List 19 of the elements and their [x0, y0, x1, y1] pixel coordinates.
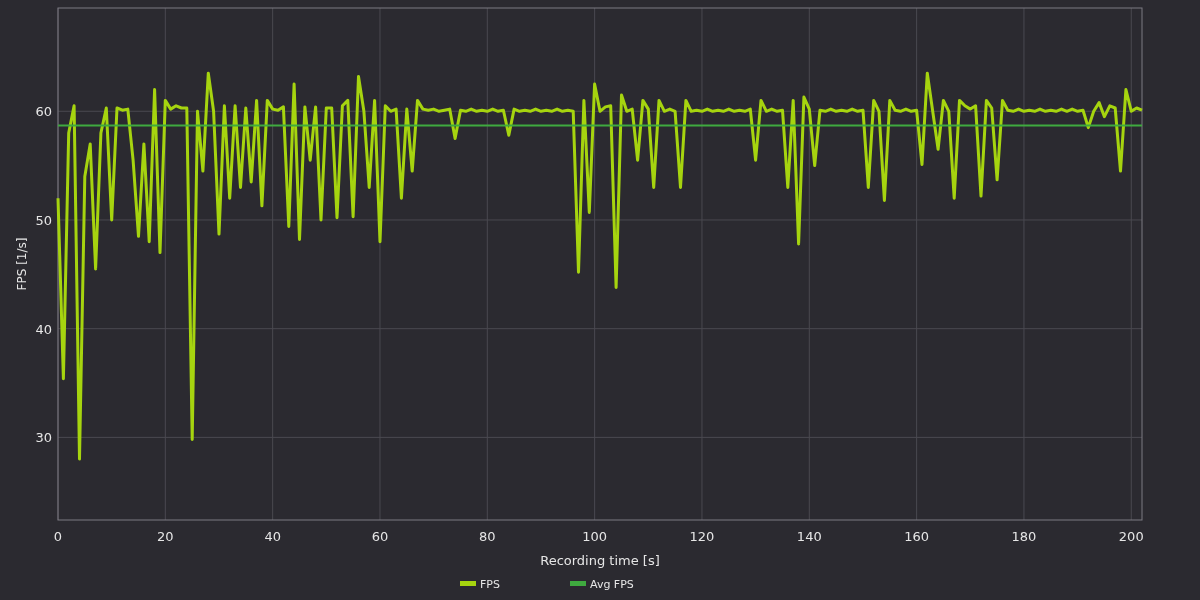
legend-label: FPS [480, 578, 500, 591]
axis-tick-label: 60 [35, 104, 52, 120]
axis-tick-label: 160 [904, 529, 930, 544]
axis-tick-label: 40 [264, 529, 281, 544]
axis-tick-label: 40 [35, 321, 52, 337]
axis-title: FPS [1/s] [15, 237, 29, 291]
axis-tick-label: 80 [479, 529, 496, 544]
axis-tick-label: 200 [1118, 529, 1144, 544]
axis-tick-label: 20 [157, 529, 174, 544]
axis-tick-label: 30 [35, 430, 52, 446]
axis-tick-label: 180 [1011, 529, 1037, 544]
legend-label: Avg FPS [590, 578, 634, 591]
axis-tick-label: 120 [689, 529, 715, 544]
axis-tick-label: 140 [796, 529, 822, 544]
axis-tick-label: 60 [371, 529, 389, 544]
axis-title: Recording time [s] [540, 553, 660, 568]
axis-tick-label: 100 [582, 529, 608, 544]
axis-tick-label: 0 [53, 529, 63, 544]
axis-tick-label: 50 [35, 212, 52, 228]
